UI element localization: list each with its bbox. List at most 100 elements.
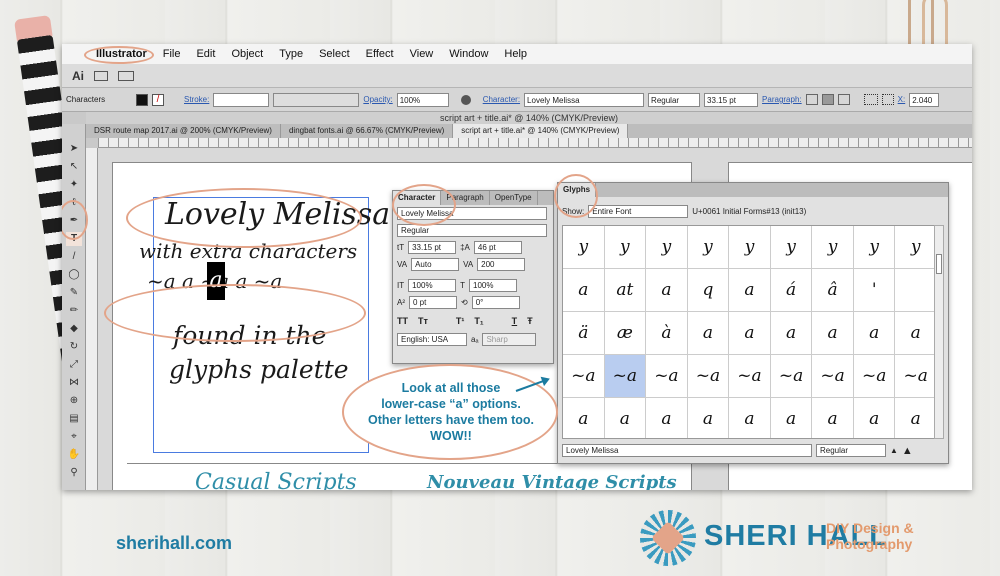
glyph-cell[interactable]: y: [604, 226, 647, 269]
char-kerning-field[interactable]: Auto: [411, 258, 460, 271]
glyph-style-field[interactable]: Regular: [816, 444, 886, 457]
gradient-tool-icon[interactable]: ▤: [66, 412, 82, 426]
doc-tab-route-map[interactable]: DSR route map 2017.ai @ 200% (CMYK/Previ…: [86, 124, 281, 138]
glyph-cell[interactable]: a: [563, 269, 605, 312]
hand-tool-icon[interactable]: ✋: [66, 448, 82, 462]
glyph-cell[interactable]: y: [729, 226, 771, 269]
glyph-cell[interactable]: a: [770, 312, 813, 355]
small-caps-button[interactable]: Tт: [418, 316, 428, 326]
glyph-cell[interactable]: ~a: [646, 355, 688, 398]
glyph-cell[interactable]: y: [895, 226, 937, 269]
show-dropdown[interactable]: Entire Font: [588, 205, 689, 218]
char-hscale-field[interactable]: 100%: [469, 279, 517, 292]
glyph-cell[interactable]: ~a: [729, 355, 771, 398]
glyph-cell[interactable]: a: [688, 398, 730, 438]
char-size-field[interactable]: 33.15 pt: [408, 241, 457, 254]
glyph-cell[interactable]: ~a: [563, 355, 605, 398]
magic-wand-tool-icon[interactable]: ✦: [66, 178, 82, 192]
all-caps-button[interactable]: TT: [397, 316, 408, 326]
glyph-cell[interactable]: a: [771, 398, 813, 438]
glyph-cell[interactable]: ~a: [812, 355, 854, 398]
zoom-out-icon[interactable]: ▲: [890, 446, 898, 455]
align-right-icon[interactable]: [837, 94, 850, 105]
size-field[interactable]: 33.15 pt: [704, 92, 759, 107]
paintbrush-tool-icon[interactable]: ✎: [66, 286, 82, 300]
style-field[interactable]: Regular: [648, 92, 701, 107]
glyph-cell[interactable]: a: [563, 398, 605, 438]
strikethrough-button[interactable]: Ŧ: [527, 316, 533, 326]
opacity-field[interactable]: 100%: [396, 92, 449, 107]
stroke-swatch[interactable]: /: [152, 93, 164, 106]
align-left-icon[interactable]: [805, 94, 818, 105]
reference-point-icon[interactable]: [881, 94, 894, 105]
glyph-cell[interactable]: a: [646, 398, 688, 438]
bridge-icon[interactable]: [94, 70, 108, 81]
glyph-cell[interactable]: y: [770, 226, 813, 269]
glyph-cell[interactable]: ~a: [770, 355, 813, 398]
glyph-cell[interactable]: â: [812, 269, 854, 312]
char-leading-field[interactable]: 46 pt: [473, 241, 522, 254]
glyph-cell[interactable]: [895, 269, 937, 312]
direct-selection-tool-icon[interactable]: ↖: [66, 160, 82, 174]
char-rotation-field[interactable]: 0°: [471, 296, 520, 309]
language-field[interactable]: English: USA: [397, 333, 467, 346]
x-label[interactable]: X:: [898, 95, 906, 104]
superscript-button[interactable]: T¹: [456, 316, 465, 326]
glyph-cell[interactable]: a: [646, 269, 688, 312]
glyph-cell[interactable]: a: [812, 398, 854, 438]
glyph-cell[interactable]: q: [687, 269, 730, 312]
zoom-tool-icon[interactable]: ⚲: [66, 466, 82, 480]
menu-select[interactable]: Select: [311, 48, 358, 60]
pencil-tool-icon[interactable]: ✏: [66, 304, 82, 318]
doc-tab-script-art[interactable]: script art + title.ai* @ 140% (CMYK/Prev…: [453, 124, 629, 138]
menu-window[interactable]: Window: [441, 48, 496, 60]
zoom-in-icon[interactable]: ▲: [902, 445, 913, 457]
stroke-weight-field[interactable]: [213, 92, 270, 107]
char-vscale-field[interactable]: 100%: [408, 279, 457, 292]
arrange-documents-icon[interactable]: [118, 70, 134, 81]
char-baseline-field[interactable]: 0 pt: [409, 296, 457, 309]
subscript-button[interactable]: T₁: [474, 316, 483, 326]
menu-type[interactable]: Type: [271, 48, 311, 60]
recolor-icon[interactable]: [460, 94, 471, 105]
glyph-cell[interactable]: ~a: [853, 355, 896, 398]
line-tool-icon[interactable]: /: [66, 250, 82, 264]
menu-object[interactable]: Object: [223, 48, 271, 60]
brush-field[interactable]: [273, 92, 360, 107]
glyph-cell[interactable]: a: [687, 312, 730, 355]
glyph-cell[interactable]: ä: [563, 312, 605, 355]
stroke-label[interactable]: Stroke:: [184, 95, 209, 104]
glyph-cell[interactable]: y: [812, 226, 854, 269]
char-tracking-field[interactable]: 200: [477, 258, 526, 271]
glyph-cell[interactable]: æ: [604, 312, 647, 355]
width-tool-icon[interactable]: ⋈: [66, 376, 82, 390]
glyph-cell[interactable]: a: [729, 398, 771, 438]
glyph-cell[interactable]: á: [770, 269, 813, 312]
glyph-cell[interactable]: ~a: [895, 355, 937, 398]
glyph-cell[interactable]: at: [604, 269, 647, 312]
glyphs-scrollbar[interactable]: [934, 225, 944, 439]
glyph-cell[interactable]: a: [853, 312, 896, 355]
eyedropper-tool-icon[interactable]: ⌖: [66, 430, 82, 444]
glyph-cell[interactable]: ~a: [604, 355, 647, 398]
glyph-cell[interactable]: a: [729, 312, 771, 355]
doc-tab-dingbat[interactable]: dingbat fonts.ai @ 66.67% (CMYK/Preview): [281, 124, 454, 138]
glyph-cell[interactable]: y: [646, 226, 688, 269]
scale-tool-icon[interactable]: ⤢: [66, 358, 82, 372]
opacity-label[interactable]: Opacity:: [363, 95, 392, 104]
menu-edit[interactable]: Edit: [188, 48, 223, 60]
glyph-cell[interactable]: a: [729, 269, 771, 312]
glyph-cell[interactable]: a: [895, 398, 937, 438]
rotate-tool-icon[interactable]: ↻: [66, 340, 82, 354]
menu-file[interactable]: File: [155, 48, 189, 60]
menu-help[interactable]: Help: [496, 48, 535, 60]
align-center-icon[interactable]: [821, 94, 834, 105]
underline-button[interactable]: T: [512, 316, 518, 326]
scrollbar-thumb[interactable]: [936, 254, 942, 274]
char-style-field[interactable]: Regular: [397, 224, 547, 237]
transform-icon[interactable]: [863, 94, 878, 105]
glyph-cell[interactable]: y: [563, 226, 605, 269]
selection-tool-icon[interactable]: ➤: [66, 142, 82, 156]
menu-effect[interactable]: Effect: [358, 48, 402, 60]
glyph-cell[interactable]: a: [895, 312, 937, 355]
